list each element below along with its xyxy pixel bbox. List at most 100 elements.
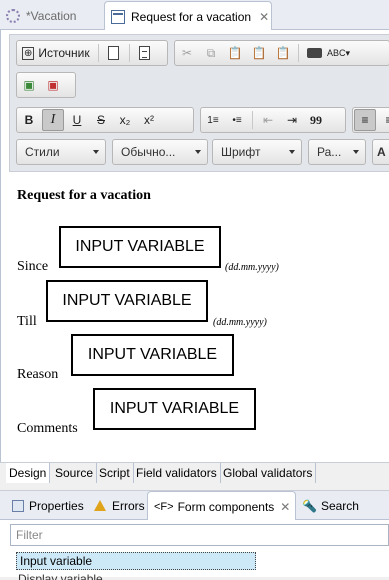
tab-source[interactable]: Source (52, 463, 98, 483)
align-left-icon: ≡ (361, 113, 369, 127)
indent-button[interactable]: ⇥ (281, 109, 303, 131)
spellcheck-button[interactable]: ABC▾ (327, 42, 350, 64)
comments-label: Comments (17, 421, 78, 436)
properties-icon (12, 499, 24, 512)
cut-icon: ✂ (181, 46, 193, 60)
paste-word-icon: 📋 (275, 46, 291, 60)
print-button[interactable] (303, 42, 325, 64)
editor-area: ⊕ Источник ✂ ⧉ 📋 📋 📋 ABC▾ ▣ ▣ B I U S x₂… (0, 30, 389, 482)
toolbar-group-basic-styles: B I U S x₂ x² (16, 107, 194, 133)
editor-mode-tabs: Design Source Script Field validators Gl… (0, 462, 389, 483)
toolbar-group-align: ≡ ≡ (352, 107, 389, 133)
combo-row: Стили Обычно... Шрифт Ра... A (10, 139, 389, 167)
separator (128, 44, 130, 62)
paste-button[interactable]: 📋 (224, 42, 246, 64)
styles-combo[interactable]: Стили (16, 139, 106, 165)
tab-global-validators[interactable]: Global validators (220, 463, 317, 483)
printer-icon (306, 48, 322, 58)
separator (97, 44, 99, 62)
paste-text-button[interactable]: 📋 (248, 42, 270, 64)
fx-icon: <F> (154, 501, 174, 513)
list-item-input-variable[interactable]: Input variable (16, 552, 256, 570)
form-remove-icon: ▣ (47, 78, 59, 92)
tab-label: Request for a vacation (131, 9, 252, 24)
text-color-icon: A (377, 145, 386, 159)
separator (298, 44, 299, 62)
chevron-down-icon (195, 150, 201, 154)
tab-script[interactable]: Script (96, 463, 134, 483)
close-icon[interactable]: ✕ (259, 10, 269, 24)
close-icon[interactable]: ✕ (280, 500, 290, 514)
view-tab-bar: Properties Errors <F> Form components ✕ … (0, 490, 389, 522)
bold-button[interactable]: B (18, 109, 40, 131)
chevron-down-icon (353, 150, 359, 154)
numbered-list-button[interactable]: 1≡ (202, 109, 224, 131)
bulleted-list-button[interactable]: •≡ (226, 109, 248, 131)
paste-icon: 📋 (227, 46, 243, 60)
superscript-button[interactable]: x² (138, 109, 160, 131)
preview-button[interactable] (134, 42, 156, 64)
form-add-icon: ▣ (23, 78, 35, 92)
new-page-button[interactable] (103, 42, 125, 64)
tab-field-validators[interactable]: Field validators (133, 463, 221, 483)
toolbar-group-document: ⊕ Источник (16, 40, 168, 66)
font-combo[interactable]: Шрифт (212, 139, 302, 165)
till-label: Till (17, 314, 37, 329)
tab-errors[interactable]: Errors (88, 491, 145, 520)
rich-text-toolbar: ⊕ Источник ✂ ⧉ 📋 📋 📋 ABC▾ ▣ ▣ B I U S x₂… (9, 34, 389, 172)
chevron-down-icon (289, 150, 295, 154)
copy-button[interactable]: ⧉ (200, 42, 222, 64)
preview-icon (139, 46, 151, 60)
tab-vacation[interactable]: *Vacation (0, 2, 104, 30)
list-item-display-variable[interactable]: Display variable (18, 572, 103, 580)
editor-tab-bar: *Vacation Request for a vacation ✕ (0, 0, 389, 31)
toolbar-group-clipboard: ✂ ⧉ 📋 📋 📋 ABC▾ (174, 40, 389, 66)
paste-word-button[interactable]: 📋 (272, 42, 294, 64)
blockquote-button[interactable]: 99 (305, 109, 327, 131)
size-combo[interactable]: Ра... (308, 139, 366, 165)
outdent-button[interactable]: ⇤ (257, 109, 279, 131)
chevron-down-icon (93, 150, 99, 154)
paste-text-icon: 📋 (251, 46, 267, 60)
tab-search[interactable]: 🔦 Search (296, 491, 359, 520)
toolbar-group-paragraph: 1≡ •≡ ⇤ ⇥ 99 (200, 107, 346, 133)
strike-button[interactable]: S (90, 109, 112, 131)
subscript-button[interactable]: x₂ (114, 109, 136, 131)
source-button[interactable]: ⊕ Источник (18, 42, 94, 64)
source-icon: ⊕ (22, 46, 35, 60)
tab-request-for-a-vacation[interactable]: Request for a vacation ✕ (104, 1, 272, 31)
search-icon: 🔦 (302, 498, 317, 513)
spellcheck-icon: ABC▾ (327, 47, 351, 58)
align-left-button[interactable]: ≡ (354, 109, 376, 131)
cut-button[interactable]: ✂ (176, 42, 198, 64)
gear-icon (6, 9, 20, 23)
reason-input-variable[interactable]: INPUT VARIABLE (71, 334, 234, 376)
since-format-hint: (dd.mm.yyyy) (225, 262, 279, 273)
document-title: Request for a vacation (17, 188, 151, 203)
tab-design[interactable]: Design (6, 463, 51, 483)
toolbar-group-forms: ▣ ▣ (16, 72, 76, 98)
tab-label: *Vacation (26, 9, 77, 23)
since-input-variable[interactable]: INPUT VARIABLE (59, 226, 221, 268)
comments-input-variable[interactable]: INPUT VARIABLE (93, 388, 256, 430)
text-color-button[interactable]: A (372, 139, 389, 165)
indent-icon: ⇥ (286, 113, 298, 127)
underline-button[interactable]: U (66, 109, 88, 131)
till-format-hint: (dd.mm.yyyy) (213, 317, 267, 328)
tab-form-components[interactable]: <F> Form components ✕ (147, 491, 296, 522)
delete-form-button[interactable]: ▣ (42, 74, 64, 96)
separator (252, 111, 253, 129)
warning-icon (94, 500, 106, 511)
insert-form-button[interactable]: ▣ (18, 74, 40, 96)
tab-properties[interactable]: Properties (6, 491, 84, 520)
since-label: Since (17, 259, 49, 274)
new-page-icon (108, 46, 120, 60)
align-center-icon: ≡ (385, 113, 389, 127)
till-input-variable[interactable]: INPUT VARIABLE (46, 280, 208, 322)
align-center-button[interactable]: ≡ (378, 109, 389, 131)
format-combo[interactable]: Обычно... (112, 139, 208, 165)
filter-input[interactable]: Filter (10, 524, 389, 546)
form-components-view: Filter Input variable Display variable (0, 520, 389, 580)
reason-label: Reason (17, 367, 59, 382)
italic-button[interactable]: I (42, 109, 64, 131)
